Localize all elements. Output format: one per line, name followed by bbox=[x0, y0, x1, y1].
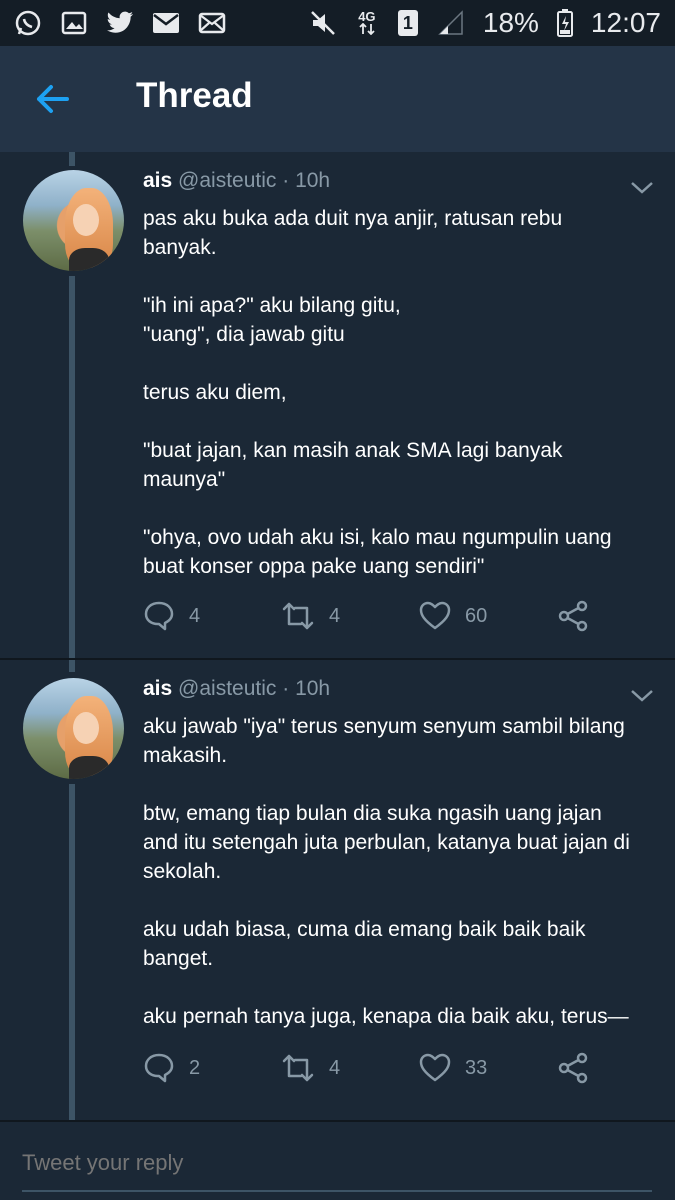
mail-outline-icon bbox=[198, 9, 226, 37]
tweet-text-line: btw, emang tiap bulan dia suka ngasih ua… bbox=[143, 802, 602, 825]
tweet-text-line: terus aku diem, bbox=[143, 381, 287, 404]
tweet-menu-button[interactable] bbox=[628, 686, 656, 706]
tweet-text-line: "buat jajan, kan masih anak SMA lagi ban… bbox=[143, 439, 563, 462]
signal-icon bbox=[437, 9, 465, 37]
reply-bar bbox=[0, 1120, 675, 1200]
like-button[interactable]: 33 bbox=[419, 1048, 487, 1088]
retweet-icon bbox=[282, 602, 314, 630]
tweet-text-line bbox=[143, 494, 663, 523]
tweet-text: aku jawab "iya" terus senyum senyum samb… bbox=[143, 712, 663, 1031]
thread-timeline[interactable]: ais @aisteutic · 10h pas aku buka ada du… bbox=[0, 152, 675, 1120]
twitter-icon bbox=[106, 9, 134, 37]
tweet-text-line: pas aku buka ada duit nya anjir, ratusan… bbox=[143, 207, 563, 230]
share-button[interactable] bbox=[557, 1048, 589, 1088]
share-icon bbox=[558, 600, 588, 632]
tweet-text-line: banyak. bbox=[143, 236, 217, 259]
tweet[interactable]: ais @aisteutic · 10h pas aku buka ada du… bbox=[0, 152, 675, 658]
gallery-icon bbox=[60, 9, 88, 37]
share-button[interactable] bbox=[557, 596, 589, 636]
retweet-icon bbox=[282, 1054, 314, 1082]
tweet-time: · 10h bbox=[282, 677, 331, 700]
reply-input[interactable] bbox=[22, 1140, 652, 1186]
retweet-button[interactable]: 4 bbox=[281, 1048, 340, 1088]
status-bar: 4G 1 18% 12:07 bbox=[0, 0, 675, 46]
app-header: Thread bbox=[0, 46, 675, 152]
tweet-text-line: sekolah. bbox=[143, 860, 222, 883]
tweet-actions: 2 4 33 bbox=[143, 1048, 603, 1088]
author-handle[interactable]: @aisteutic bbox=[178, 169, 276, 192]
reply-icon bbox=[144, 1053, 174, 1083]
mail-icon bbox=[152, 9, 180, 37]
tweet-text-line: and itu setengah juta perbulan, katanya … bbox=[143, 831, 630, 854]
page-title: Thread bbox=[136, 76, 253, 115]
retweet-count: 4 bbox=[329, 604, 341, 627]
tweet-text-line: aku pernah tanya juga, kenapa dia baik a… bbox=[143, 1005, 629, 1028]
tweet-text-line bbox=[143, 407, 663, 436]
battery-icon bbox=[556, 9, 573, 37]
tweet-text-line bbox=[143, 262, 663, 291]
tweet-text-line: aku udah biasa, cuma dia emang baik baik… bbox=[143, 918, 586, 941]
tweet-text: pas aku buka ada duit nya anjir, ratusan… bbox=[143, 204, 663, 581]
tweet-text-line: makasih. bbox=[143, 744, 228, 767]
arrow-left-icon bbox=[37, 85, 69, 113]
share-icon bbox=[558, 1052, 588, 1084]
back-button[interactable] bbox=[28, 78, 76, 120]
like-count: 33 bbox=[465, 1056, 488, 1079]
reply-icon bbox=[144, 601, 174, 631]
author-name[interactable]: ais bbox=[143, 677, 172, 700]
mute-icon bbox=[309, 9, 337, 37]
tweet-text-line: banget. bbox=[143, 947, 214, 970]
tweet-text-line: "ih ini apa?" aku bilang gitu, bbox=[143, 294, 401, 317]
author-name[interactable]: ais bbox=[143, 169, 172, 192]
tweet-text-line bbox=[143, 770, 663, 799]
clock: 12:07 bbox=[590, 7, 661, 38]
chevron-down-icon bbox=[631, 690, 653, 702]
tweet-text-line: aku jawab "iya" terus senyum senyum samb… bbox=[143, 715, 625, 738]
avatar[interactable] bbox=[23, 678, 124, 779]
reply-input-underline bbox=[22, 1190, 652, 1192]
avatar[interactable] bbox=[23, 170, 124, 271]
reply-count: 4 bbox=[189, 604, 201, 627]
tweet-text-line bbox=[143, 349, 663, 378]
reply-button[interactable]: 2 bbox=[143, 1048, 200, 1088]
sim-label: 1 bbox=[397, 10, 418, 36]
retweet-count: 4 bbox=[329, 1056, 341, 1079]
whatsapp-icon bbox=[14, 9, 42, 37]
tweet-text-line: "uang", dia jawab gitu bbox=[143, 323, 345, 346]
tweet-text-line: "ohya, ovo udah aku isi, kalo mau ngumpu… bbox=[143, 526, 612, 549]
tweet-actions: 4 4 60 bbox=[143, 596, 603, 636]
tweet-divider bbox=[0, 658, 675, 660]
reply-count: 2 bbox=[189, 1056, 201, 1079]
like-count: 60 bbox=[465, 604, 488, 627]
tweet[interactable]: ais @aisteutic · 10h aku jawab "iya" ter… bbox=[0, 660, 675, 1120]
tweet-text-line bbox=[143, 886, 663, 915]
network-label: 4G bbox=[358, 9, 376, 24]
sim-icon: 1 bbox=[397, 9, 419, 37]
chevron-down-icon bbox=[631, 182, 653, 194]
tweet-text-line: maunya" bbox=[143, 468, 226, 491]
heart-icon bbox=[419, 1053, 451, 1082]
heart-icon bbox=[419, 601, 451, 630]
tweet-time: · 10h bbox=[282, 169, 331, 192]
tweet-menu-button[interactable] bbox=[628, 178, 656, 198]
network-icon: 4G bbox=[355, 9, 379, 37]
battery-percent: 18% bbox=[482, 7, 539, 38]
status-bar-system: 4G 1 18% 12:07 bbox=[309, 7, 661, 39]
tweet-header: ais @aisteutic · 10h bbox=[143, 677, 330, 701]
retweet-button[interactable]: 4 bbox=[281, 596, 340, 636]
tweet-header: ais @aisteutic · 10h bbox=[143, 169, 330, 193]
like-button[interactable]: 60 bbox=[419, 596, 487, 636]
tweet-text-line: buat konser oppa pake uang sendiri" bbox=[143, 555, 485, 578]
status-bar-notifications bbox=[14, 9, 226, 37]
tweet-text-line bbox=[143, 973, 663, 1002]
reply-button[interactable]: 4 bbox=[143, 596, 200, 636]
author-handle[interactable]: @aisteutic bbox=[178, 677, 276, 700]
